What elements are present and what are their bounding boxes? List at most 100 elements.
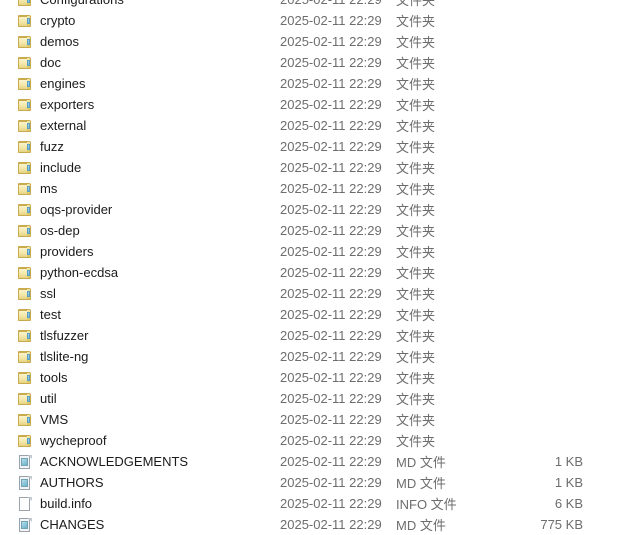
row-name-cell[interactable]: doc — [17, 52, 61, 73]
row-name-cell[interactable]: tlslite-ng — [17, 346, 88, 367]
row-name-label: ssl — [40, 285, 56, 301]
row-name-label: test — [40, 306, 61, 322]
row-name-cell[interactable]: os-dep — [17, 220, 80, 241]
row-size — [460, 346, 583, 367]
row-name-cell[interactable]: Configurations — [17, 0, 124, 10]
file-list-row[interactable]: test 2025-02-11 22:29 文件夹 — [0, 304, 620, 325]
row-date-modified: 2025-02-11 22:29 — [280, 97, 382, 112]
row-date-modified: 2025-02-11 22:29 — [280, 34, 382, 49]
row-name-cell[interactable]: build.info — [17, 493, 92, 514]
row-date-modified: 2025-02-11 22:29 — [280, 475, 382, 490]
folder-icon — [17, 181, 33, 197]
row-size: 775 KB — [540, 517, 583, 532]
row-name-cell[interactable]: exporters — [17, 94, 94, 115]
file-list-row[interactable]: wycheproof 2025-02-11 22:29 文件夹 — [0, 430, 620, 451]
row-size — [460, 241, 583, 262]
row-name-cell[interactable]: CHANGES — [17, 514, 104, 535]
row-name-cell[interactable]: crypto — [17, 10, 75, 31]
row-name-label: ms — [40, 180, 58, 196]
file-list-row[interactable]: build.info 2025-02-11 22:29 INFO 文件 6 KB — [0, 493, 620, 514]
row-name-cell[interactable]: ms — [17, 178, 57, 199]
row-name-cell[interactable]: ACKNOWLEDGEMENTS — [17, 451, 188, 472]
row-name-cell[interactable]: fuzz — [17, 136, 64, 157]
row-name-cell[interactable]: tools — [17, 367, 67, 388]
file-list-row[interactable]: exporters 2025-02-11 22:29 文件夹 — [0, 94, 620, 115]
generic-file-icon — [17, 496, 33, 512]
row-name-cell[interactable]: util — [17, 388, 57, 409]
file-list-row[interactable]: os-dep 2025-02-11 22:29 文件夹 — [0, 220, 620, 241]
row-type: 文件夹 — [396, 0, 436, 8]
row-name-label: engines — [40, 75, 86, 91]
row-type: 文件夹 — [396, 329, 436, 344]
file-list-row[interactable]: tlsfuzzer 2025-02-11 22:29 文件夹 — [0, 325, 620, 346]
row-type: 文件夹 — [396, 224, 436, 239]
file-list-row[interactable]: ms 2025-02-11 22:29 文件夹 — [0, 178, 620, 199]
row-name-cell[interactable]: oqs-provider — [17, 199, 112, 220]
row-name-cell[interactable]: engines — [17, 73, 86, 94]
folder-icon — [17, 370, 33, 386]
file-list-row[interactable]: Configurations 2025-02-11 22:29 文件夹 — [0, 0, 620, 10]
row-date-modified: 2025-02-11 22:29 — [280, 13, 382, 28]
file-list-row[interactable]: VMS 2025-02-11 22:29 文件夹 — [0, 409, 620, 430]
row-name-cell[interactable]: test — [17, 304, 61, 325]
row-name-label: tools — [40, 369, 68, 385]
row-type: MD 文件 — [396, 455, 446, 470]
row-date-modified: 2025-02-11 22:29 — [280, 349, 382, 364]
row-date-modified: 2025-02-11 22:29 — [280, 496, 382, 511]
row-name-cell[interactable]: wycheproof — [17, 430, 106, 451]
row-type: MD 文件 — [396, 476, 446, 491]
file-list-row[interactable]: AUTHORS 2025-02-11 22:29 MD 文件 1 KB — [0, 472, 620, 493]
row-name-cell[interactable]: external — [17, 115, 86, 136]
row-name-cell[interactable]: ssl — [17, 283, 56, 304]
file-list-row[interactable]: crypto 2025-02-11 22:29 文件夹 — [0, 10, 620, 31]
row-name-label: fuzz — [40, 138, 64, 154]
row-name-cell[interactable]: include — [17, 157, 81, 178]
row-name-cell[interactable]: providers — [17, 241, 93, 262]
row-size — [460, 0, 583, 10]
file-list-row[interactable]: python-ecdsa 2025-02-11 22:29 文件夹 — [0, 262, 620, 283]
row-name-label: Configurations — [40, 0, 124, 8]
folder-icon — [17, 13, 33, 29]
folder-icon — [17, 412, 33, 428]
file-list-row[interactable]: engines 2025-02-11 22:29 文件夹 — [0, 73, 620, 94]
row-name-cell[interactable]: AUTHORS — [17, 472, 104, 493]
file-list[interactable]: Configurations 2025-02-11 22:29 文件夹 crypto 2… — [0, 0, 620, 535]
file-list-row[interactable]: fuzz 2025-02-11 22:29 文件夹 — [0, 136, 620, 157]
file-list-row[interactable]: providers 2025-02-11 22:29 文件夹 — [0, 241, 620, 262]
file-list-row[interactable]: doc 2025-02-11 22:29 文件夹 — [0, 52, 620, 73]
file-list-row[interactable]: tools 2025-02-11 22:29 文件夹 — [0, 367, 620, 388]
file-list-row[interactable]: ACKNOWLEDGEMENTS 2025-02-11 22:29 MD 文件 1 K… — [0, 451, 620, 472]
row-size — [460, 178, 583, 199]
row-name-cell[interactable]: tlsfuzzer — [17, 325, 88, 346]
row-size — [460, 10, 583, 31]
row-name-cell[interactable]: VMS — [17, 409, 68, 430]
row-size — [460, 367, 583, 388]
row-type: 文件夹 — [396, 245, 436, 260]
row-size: 1 KB — [554, 475, 583, 490]
row-name-label: exporters — [40, 96, 95, 112]
row-name-label: CHANGES — [40, 516, 105, 532]
row-size — [460, 304, 583, 325]
row-name-label: tlslite-ng — [40, 348, 89, 364]
row-name-cell[interactable]: demos — [17, 31, 79, 52]
file-list-row[interactable]: ssl 2025-02-11 22:29 文件夹 — [0, 283, 620, 304]
row-name-label: oqs-provider — [40, 201, 113, 217]
row-date-modified: 2025-02-11 22:29 — [280, 160, 382, 175]
file-list-row[interactable]: include 2025-02-11 22:29 文件夹 — [0, 157, 620, 178]
row-name-label: VMS — [40, 411, 69, 427]
file-list-row[interactable]: util 2025-02-11 22:29 文件夹 — [0, 388, 620, 409]
row-type: 文件夹 — [396, 119, 436, 134]
file-list-row[interactable]: oqs-provider 2025-02-11 22:29 文件夹 — [0, 199, 620, 220]
row-date-modified: 2025-02-11 22:29 — [280, 517, 382, 532]
row-date-modified: 2025-02-11 22:29 — [280, 307, 382, 322]
row-name-cell[interactable]: python-ecdsa — [17, 262, 118, 283]
file-list-row[interactable]: external 2025-02-11 22:29 文件夹 — [0, 115, 620, 136]
file-list-row[interactable]: demos 2025-02-11 22:29 文件夹 — [0, 31, 620, 52]
file-list-row[interactable]: tlslite-ng 2025-02-11 22:29 文件夹 — [0, 346, 620, 367]
folder-icon — [17, 349, 33, 365]
row-type: 文件夹 — [396, 161, 436, 176]
row-type: 文件夹 — [396, 371, 436, 386]
row-date-modified: 2025-02-11 22:29 — [280, 181, 382, 196]
folder-icon — [17, 244, 33, 260]
file-list-row[interactable]: CHANGES 2025-02-11 22:29 MD 文件 775 KB — [0, 514, 620, 535]
